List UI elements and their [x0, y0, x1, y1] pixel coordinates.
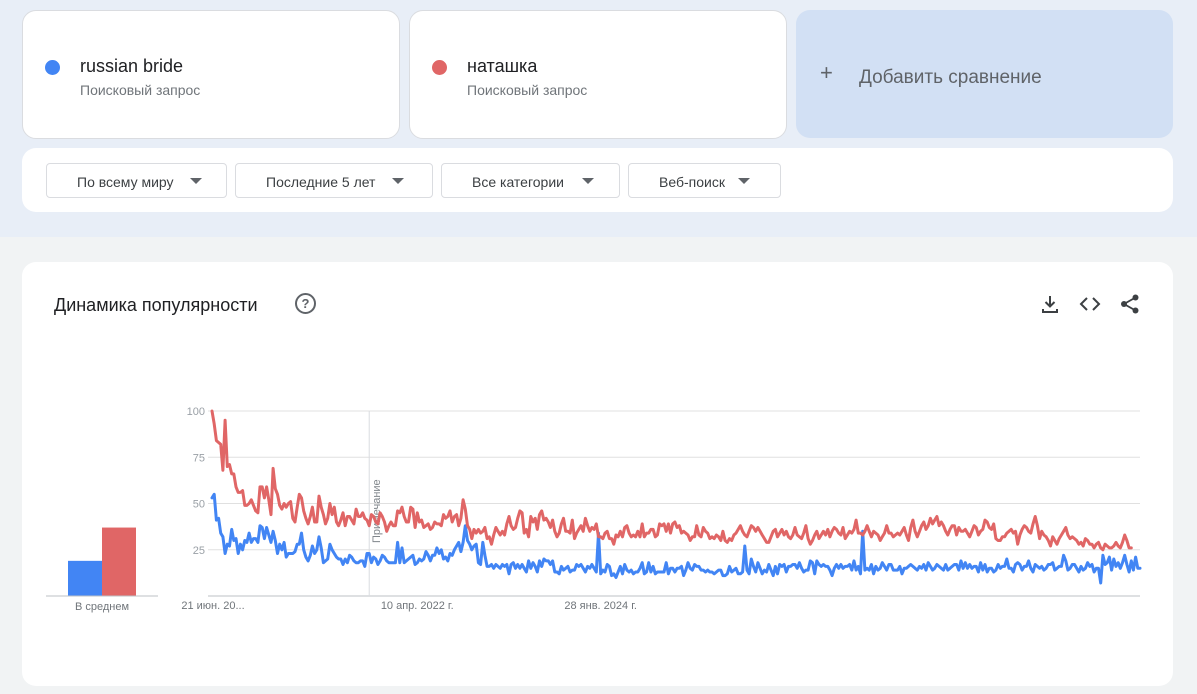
y-axis-ticks: 25 50 75 100: [187, 406, 205, 557]
y-tick-label: 75: [193, 452, 205, 464]
average-bars: [68, 527, 136, 596]
chart-series: [210, 409, 1142, 585]
y-tick-label: 25: [193, 545, 205, 557]
interest-chart: 25 50 75 100 21 июн. 20... 10 апр. 2022 г. 28…: [46, 406, 1142, 613]
x-tick-label: 28 янв. 2024 г.: [564, 600, 637, 612]
average-label: В среднем: [75, 601, 129, 613]
y-tick-label: 100: [187, 406, 205, 418]
x-tick-label: 21 июн. 20...: [181, 600, 244, 612]
x-axis-ticks: 21 июн. 20... 10 апр. 2022 г. 28 янв. 2024…: [181, 600, 637, 612]
y-tick-label: 50: [193, 499, 205, 511]
series-line-natashka[interactable]: [210, 409, 1133, 552]
x-tick-label: 10 апр. 2022 г.: [381, 600, 454, 612]
average-bar[interactable]: [102, 527, 136, 596]
average-bar[interactable]: [68, 560, 102, 596]
annotation-label[interactable]: Примечание: [371, 479, 383, 543]
